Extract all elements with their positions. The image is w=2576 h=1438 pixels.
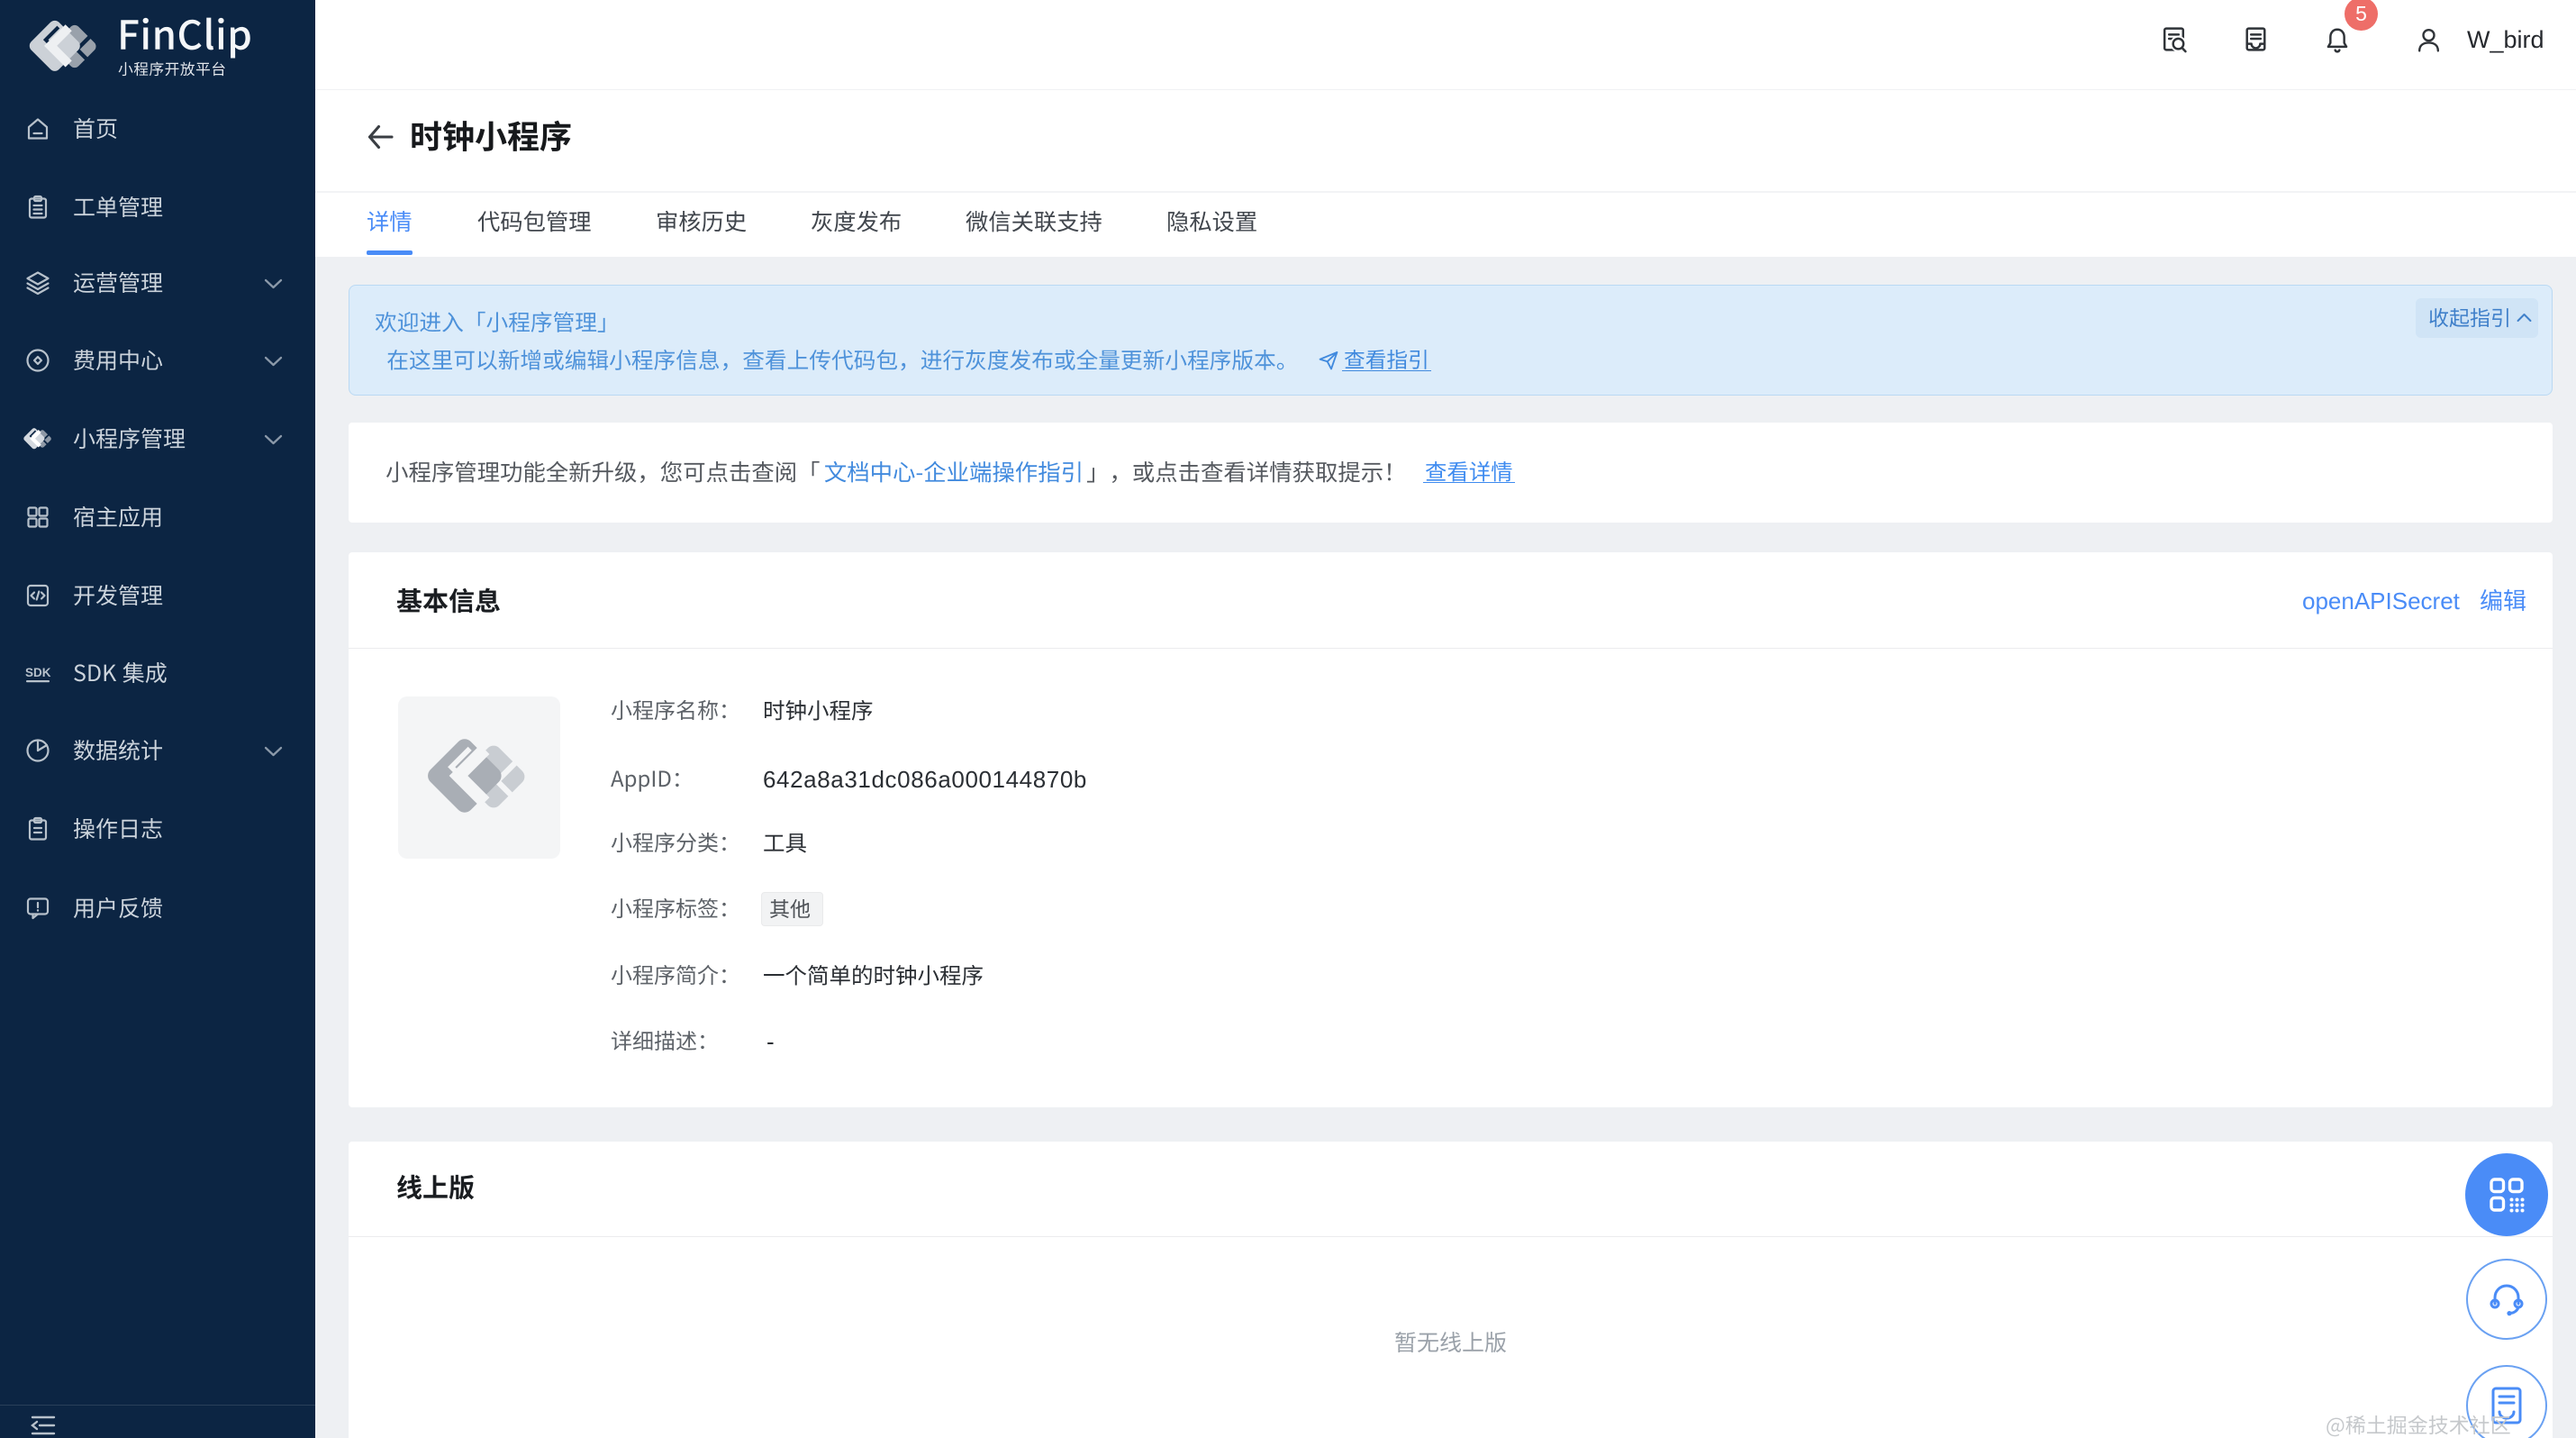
svg-text:SDK: SDK: [25, 666, 51, 679]
